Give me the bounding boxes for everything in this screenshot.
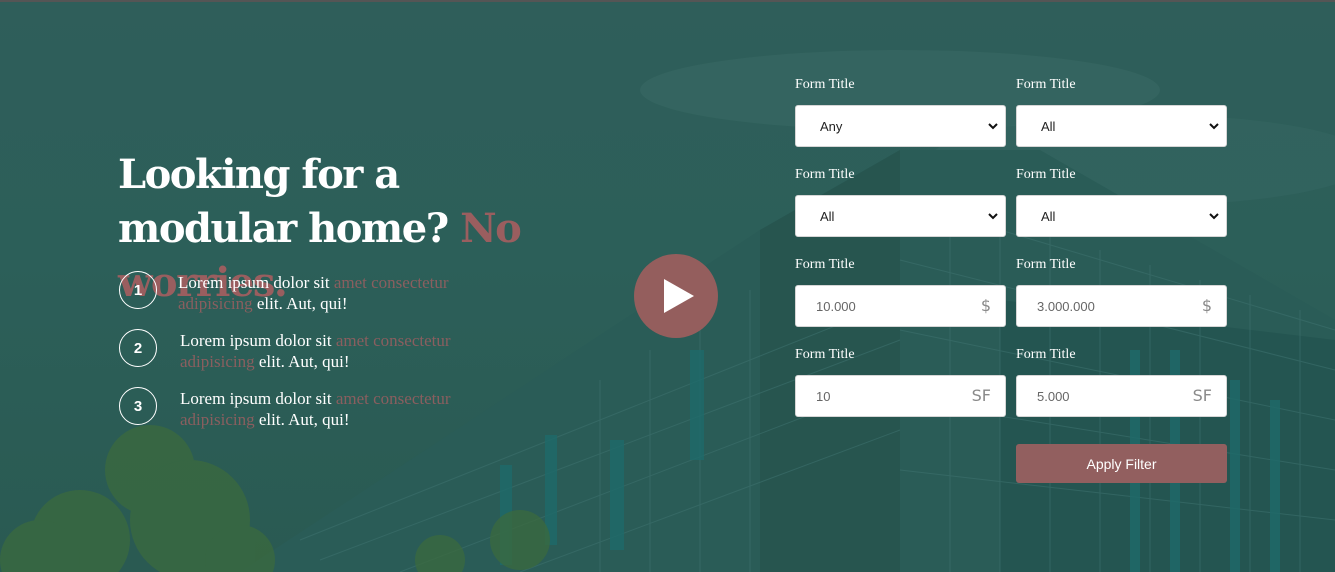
chevron-down-icon — [988, 123, 998, 130]
dollar-unit-label: $ — [980, 296, 991, 315]
min-price-input[interactable]: 10.000 $ — [795, 285, 1006, 327]
field-label-8: Form Title — [1016, 347, 1076, 362]
step-text-end: elit. Aut, qui! — [258, 410, 350, 429]
input-value: 10 — [816, 389, 831, 404]
step-text-end: elit. Aut, qui! — [256, 294, 348, 313]
field-label-2: Form Title — [1016, 77, 1076, 92]
max-price-input[interactable]: 3.000.000 $ — [1016, 285, 1227, 327]
field-label-4: Form Title — [1016, 167, 1076, 182]
field-label-6: Form Title — [1016, 257, 1076, 272]
step-text-end: elit. Aut, qui! — [258, 352, 350, 371]
step-number-badge: 3 — [119, 387, 157, 425]
input-value: 3.000.000 — [1037, 299, 1095, 314]
chevron-down-icon — [988, 213, 998, 220]
field-label-7: Form Title — [795, 347, 855, 362]
select-value: All — [820, 209, 835, 224]
step-text-main: Lorem ipsum dolor sit — [180, 331, 332, 350]
field-label-5: Form Title — [795, 257, 855, 272]
max-area-input[interactable]: 5.000 SF — [1016, 375, 1227, 417]
headline-main: Looking for a modular home? — [118, 151, 449, 252]
play-video-button[interactable] — [634, 254, 718, 338]
select-field-3[interactable]: All — [795, 195, 1006, 237]
sf-unit-label: SF — [1192, 386, 1212, 405]
step-item-1: 1 Lorem ipsum dolor sit amet consectetur… — [119, 271, 519, 315]
step-item-3: 3 Lorem ipsum dolor sit amet consectetur… — [119, 387, 519, 431]
step-number-badge: 2 — [119, 329, 157, 367]
hero-section: Looking for a modular home? No worries. … — [0, 0, 1335, 572]
play-icon — [664, 279, 694, 313]
step-text-main: Lorem ipsum dolor sit — [180, 389, 332, 408]
step-text: Lorem ipsum dolor sit amet consectetur a… — [180, 388, 500, 430]
step-item-2: 2 Lorem ipsum dolor sit amet consectetur… — [119, 329, 519, 373]
select-field-2[interactable]: All — [1016, 105, 1227, 147]
min-area-input[interactable]: 10 SF — [795, 375, 1006, 417]
input-value: 10.000 — [816, 299, 856, 314]
step-text: Lorem ipsum dolor sit amet consectetur a… — [180, 330, 500, 372]
input-value: 5.000 — [1037, 389, 1070, 404]
step-number-badge: 1 — [119, 271, 157, 309]
select-value: Any — [820, 119, 843, 134]
sf-unit-label: SF — [971, 386, 991, 405]
step-text: Lorem ipsum dolor sit amet consectetur a… — [178, 272, 498, 314]
chevron-down-icon — [1209, 123, 1219, 130]
field-label-1: Form Title — [795, 77, 855, 92]
step-text-main: Lorem ipsum dolor sit — [178, 273, 330, 292]
apply-filter-button[interactable]: Apply Filter — [1016, 444, 1227, 483]
chevron-down-icon — [1209, 213, 1219, 220]
dollar-unit-label: $ — [1201, 296, 1212, 315]
select-field-4[interactable]: All — [1016, 195, 1227, 237]
field-label-3: Form Title — [795, 167, 855, 182]
select-field-1[interactable]: Any — [795, 105, 1006, 147]
select-value: All — [1041, 119, 1056, 134]
select-value: All — [1041, 209, 1056, 224]
